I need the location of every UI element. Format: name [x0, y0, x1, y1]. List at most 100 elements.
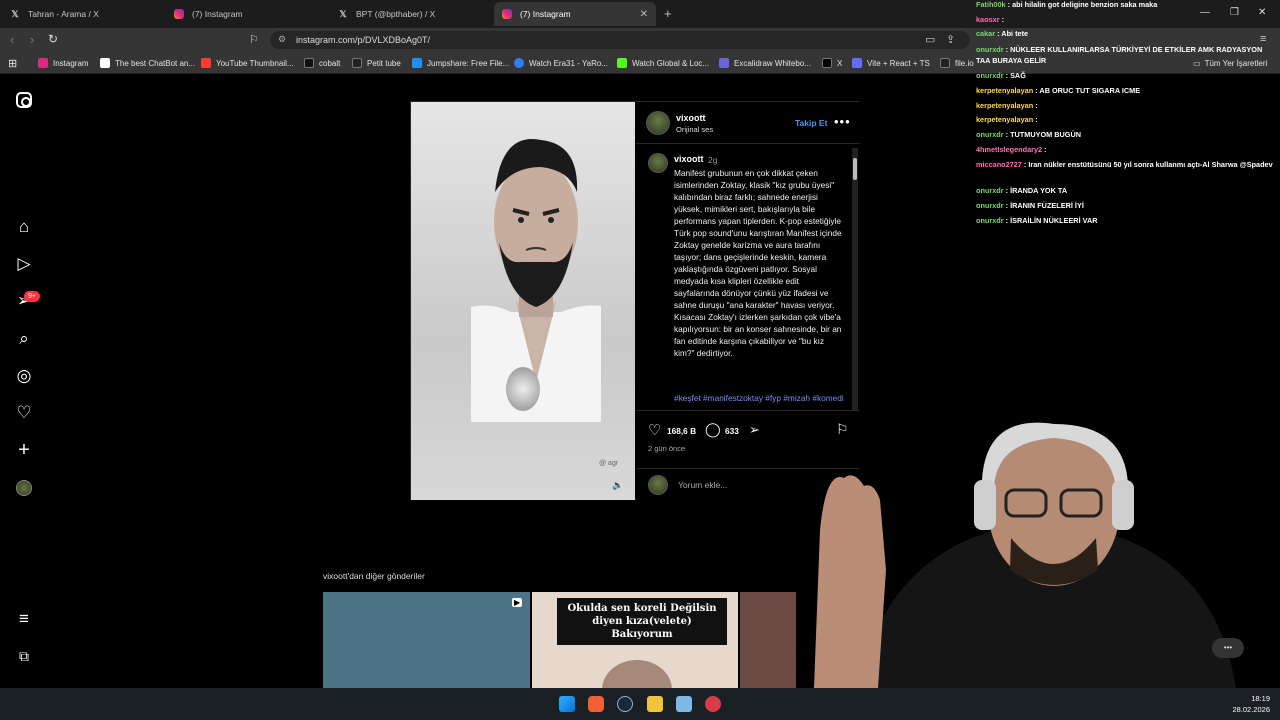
profile-icon[interactable]: [14, 478, 34, 498]
system-clock[interactable]: 18:19 28.02.2026: [1232, 693, 1270, 715]
bookmark-item[interactable]: Watch Global & Loc...: [617, 56, 709, 70]
home-icon[interactable]: ⌂: [14, 217, 34, 237]
excalidraw-icon: [719, 58, 729, 68]
tab-title: Tahran - Arama / X: [28, 9, 99, 19]
share-icon[interactable]: ➢: [749, 422, 760, 438]
bookmark-item[interactable]: cobalt: [304, 56, 340, 70]
kick-icon: [617, 58, 627, 68]
tab-tahran[interactable]: 𝕏 Tahran - Arama / X: [2, 2, 167, 26]
cast-icon[interactable]: ▭: [925, 33, 935, 46]
vite-icon: [852, 58, 862, 68]
avatar[interactable]: [646, 111, 670, 135]
back-icon[interactable]: ‹: [10, 32, 14, 47]
petit-tube-icon: [352, 58, 362, 68]
post-header: vixoott Orijinal ses Takip Et •••: [636, 102, 860, 144]
like-count: 168,6 B: [667, 426, 697, 436]
maximize-icon[interactable]: ❐: [1230, 7, 1239, 18]
comment-icon[interactable]: ◯: [705, 421, 721, 438]
x-logo-icon: 𝕏: [11, 9, 19, 19]
taskbar: 18:19 28.02.2026: [0, 688, 1280, 720]
tab-bpt[interactable]: 𝕏 BPT (@bpthaber) / X: [330, 2, 494, 26]
apps-icon[interactable]: ⊞: [8, 56, 17, 70]
cobalt-icon: [304, 58, 314, 68]
comment-count: 633: [725, 426, 739, 436]
caption-time: 2g: [708, 155, 718, 165]
steam-icon[interactable]: [617, 696, 633, 712]
mute-icon[interactable]: 🔈: [612, 480, 623, 491]
bookmark-item[interactable]: X: [822, 56, 842, 70]
comment-input[interactable]: Yorum ekle...: [678, 480, 727, 490]
chat-message: cakar : Abi tete: [976, 29, 1029, 38]
instagram-logo-icon[interactable]: [16, 92, 32, 108]
youtube-icon: [201, 58, 211, 68]
chatbot-icon: [100, 58, 110, 68]
x-logo-icon: 𝕏: [339, 9, 347, 19]
brave-browser-icon[interactable]: [588, 696, 604, 712]
chat-message: onurxdr : SAĞ: [976, 71, 1026, 80]
jumpshare-icon: [412, 58, 422, 68]
app-icon[interactable]: [705, 696, 721, 712]
start-icon[interactable]: [559, 696, 575, 712]
forward-icon[interactable]: ›: [30, 32, 34, 47]
avatar[interactable]: [648, 153, 668, 173]
url-input[interactable]: ⚙ instagram.com/p/DVLXDBoAg0T/: [270, 31, 970, 49]
explore-icon[interactable]: ◎: [14, 366, 34, 386]
bookmark-item[interactable]: file.io: [940, 56, 974, 70]
chat-message: 4hmetIslegendary2 :: [976, 145, 1047, 154]
instagram-icon: [174, 9, 184, 19]
grid-post-image: [602, 660, 672, 688]
chat-message: kerpetenyalayan :: [976, 101, 1038, 110]
site-info-icon[interactable]: ⚙: [278, 34, 286, 45]
username[interactable]: vixoott: [676, 113, 706, 123]
bookmark-item[interactable]: Excalidraw Whitebo...: [719, 56, 811, 70]
audio-label[interactable]: Orijinal ses: [676, 125, 713, 134]
search-icon[interactable]: ⌕: [14, 329, 34, 349]
bookmark-item[interactable]: Instagram: [38, 56, 89, 70]
new-tab-icon[interactable]: +: [664, 6, 672, 21]
tab-title: (7) Instagram: [520, 9, 571, 19]
reels-icon[interactable]: ▷: [14, 254, 34, 274]
more-options-icon[interactable]: •••: [1212, 638, 1244, 658]
instagram-icon: [38, 58, 48, 68]
bookmark-item[interactable]: Vite + React + TS: [852, 56, 930, 70]
close-window-icon[interactable]: ✕: [1258, 7, 1266, 18]
bookmark-item[interactable]: YouTube Thumbnail...: [201, 56, 294, 70]
file-explorer-icon[interactable]: [647, 696, 663, 712]
heart-icon[interactable]: ♡: [14, 403, 34, 423]
bookmark-page-icon[interactable]: ⚐: [249, 33, 259, 46]
grid-post[interactable]: Okulda sen koreli Değilsin diyen kıza(ve…: [532, 592, 738, 688]
caption-scrollbar[interactable]: [852, 148, 858, 410]
more-apps-icon[interactable]: ⧉: [14, 646, 34, 666]
caption-text: Manifest grubunun en çok dikkat çeken is…: [674, 168, 842, 358]
reload-icon[interactable]: ↻: [48, 32, 58, 46]
chat-message: onurxdr : İSRAİLİN NÜKLEERİ VAR: [976, 216, 1098, 225]
bookmark-item[interactable]: Petit tube: [352, 56, 401, 70]
more-options-icon[interactable]: •••: [834, 114, 851, 129]
chat-message: onurxdr : İRANIN FÜZELERİ İYİ: [976, 201, 1084, 210]
chat-message: kaosxr :: [976, 15, 1004, 24]
menu-icon[interactable]: ≡: [14, 609, 34, 629]
like-icon[interactable]: ♡: [648, 421, 661, 439]
bookmark-item[interactable]: Watch Era31 - YaRo...: [514, 56, 608, 70]
minimize-icon[interactable]: —: [1200, 7, 1210, 18]
grid-post[interactable]: [740, 592, 796, 688]
app-icon[interactable]: [676, 696, 692, 712]
chat-message: onurxdr : İRANDA YOK TA: [976, 186, 1068, 195]
caption-username[interactable]: vixoott: [674, 154, 704, 164]
share-icon[interactable]: ⇪: [946, 33, 955, 46]
chat-message: kerpetenyalayan :: [976, 115, 1038, 124]
webcam-overlay: •••: [796, 420, 1280, 688]
file-io-icon: [940, 58, 950, 68]
grid-post[interactable]: ▶: [323, 592, 530, 688]
tab-title: (7) Instagram: [192, 9, 243, 19]
create-icon[interactable]: +: [14, 440, 34, 460]
bookmark-item[interactable]: The best ChatBot an...: [100, 56, 195, 70]
x-logo-icon: [822, 58, 832, 68]
close-tab-icon[interactable]: ✕: [640, 9, 648, 20]
tab-instagram-1[interactable]: (7) Instagram: [166, 2, 330, 26]
follow-button[interactable]: Takip Et: [795, 118, 827, 128]
tab-instagram-active[interactable]: (7) Instagram ✕: [494, 2, 656, 26]
reel-icon: ▶: [512, 598, 523, 607]
post-video[interactable]: @ agr 🔈: [411, 102, 635, 500]
bookmark-item[interactable]: Jumpshare: Free File...: [412, 56, 509, 70]
